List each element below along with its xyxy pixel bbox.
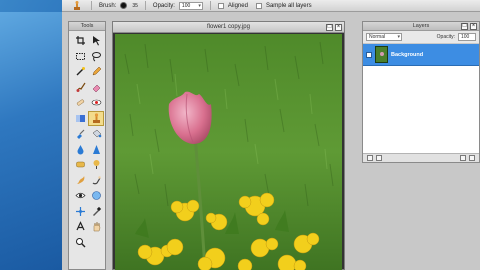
pencil-icon[interactable]: [88, 64, 104, 80]
smudge-icon[interactable]: [88, 173, 104, 189]
drop-icon[interactable]: [72, 142, 88, 158]
aligned-checkbox[interactable]: [217, 2, 224, 9]
divider: [144, 1, 146, 10]
aligned-label: Aligned: [227, 2, 248, 9]
red-eye-icon[interactable]: [88, 95, 104, 111]
image-canvas[interactable]: [115, 34, 342, 270]
heal-icon[interactable]: [72, 95, 88, 111]
hand-icon[interactable]: [88, 219, 104, 235]
layers-panel-title: Layers □ ×: [363, 22, 479, 31]
zoom-icon[interactable]: [72, 235, 88, 251]
sample-all-label: Sample all layers: [265, 2, 312, 9]
layer-visibility-checkbox[interactable]: [366, 51, 372, 58]
layers-options: Normal Opacity: 100: [363, 31, 479, 44]
image-window: flower1 copy.jpg □ ×: [112, 21, 345, 270]
crop-icon[interactable]: [72, 33, 88, 49]
bucket-icon[interactable]: [88, 126, 104, 142]
eyedropper-icon[interactable]: [88, 204, 104, 220]
move-icon[interactable]: [88, 33, 104, 49]
close-button[interactable]: ×: [470, 23, 477, 30]
opacity-label: Opacity:: [152, 2, 175, 9]
stamp-icon[interactable]: [70, 0, 84, 11]
layer-name: Background: [391, 51, 424, 58]
image-window-controls: □ ×: [326, 24, 342, 31]
brush-label: Brush:: [99, 2, 117, 9]
layers-panel: Layers □ × Normal Opacity: 100 Backgroun…: [362, 21, 480, 163]
brush-icon[interactable]: [72, 80, 88, 96]
brush-size: 35: [132, 2, 138, 9]
layer-opacity-label: Opacity:: [436, 34, 455, 40]
options-bar: Brush: 35 Opacity: 100 Aligned Sample al…: [62, 0, 480, 12]
tools-grid: [69, 31, 105, 250]
layer-opacity-field[interactable]: 100: [458, 33, 476, 41]
brush-picker[interactable]: [120, 2, 128, 9]
eraser-icon[interactable]: [88, 80, 104, 96]
divider: [209, 1, 211, 10]
burn-icon[interactable]: [72, 173, 88, 189]
gradient-icon[interactable]: [72, 111, 88, 127]
maximize-button[interactable]: □: [461, 23, 468, 30]
maximize-button[interactable]: □: [326, 24, 333, 31]
pinch-icon[interactable]: [72, 204, 88, 220]
delete-layer-icon[interactable]: [469, 155, 475, 161]
tools-panel-title: Tools: [69, 22, 105, 31]
photo-tulip: [115, 34, 342, 270]
image-window-title: flower1 copy.jpg: [113, 22, 344, 33]
layer-row[interactable]: Background: [363, 44, 479, 66]
replace-color-icon[interactable]: [72, 126, 88, 142]
wand-icon[interactable]: [72, 64, 88, 80]
eye-icon[interactable]: [72, 188, 88, 204]
lasso-icon[interactable]: [88, 49, 104, 65]
layer-mask-icon[interactable]: [376, 155, 382, 161]
dodge-icon[interactable]: [88, 157, 104, 173]
layers-footer: [363, 153, 479, 162]
tools-panel: Tools: [68, 21, 106, 270]
sponge-icon[interactable]: [72, 157, 88, 173]
new-layer-icon[interactable]: [460, 155, 466, 161]
close-button[interactable]: ×: [335, 24, 342, 31]
stamp-icon[interactable]: [88, 110, 104, 126]
layer-thumbnail: [375, 46, 388, 63]
layers-list-empty: [363, 66, 479, 153]
blend-mode-select[interactable]: Normal: [366, 33, 402, 41]
divider: [91, 1, 92, 10]
sharpen-icon[interactable]: [88, 142, 104, 158]
marquee-icon[interactable]: [72, 49, 88, 65]
layers-panel-controls: □ ×: [461, 23, 477, 30]
bloat-icon[interactable]: [88, 188, 104, 204]
layer-style-icon[interactable]: [367, 155, 373, 161]
text-icon[interactable]: [72, 219, 88, 235]
opacity-field[interactable]: 100: [178, 1, 203, 10]
desktop-edge: [0, 12, 62, 270]
layers-title-text: Layers: [412, 23, 430, 29]
sample-all-checkbox[interactable]: [255, 2, 262, 9]
